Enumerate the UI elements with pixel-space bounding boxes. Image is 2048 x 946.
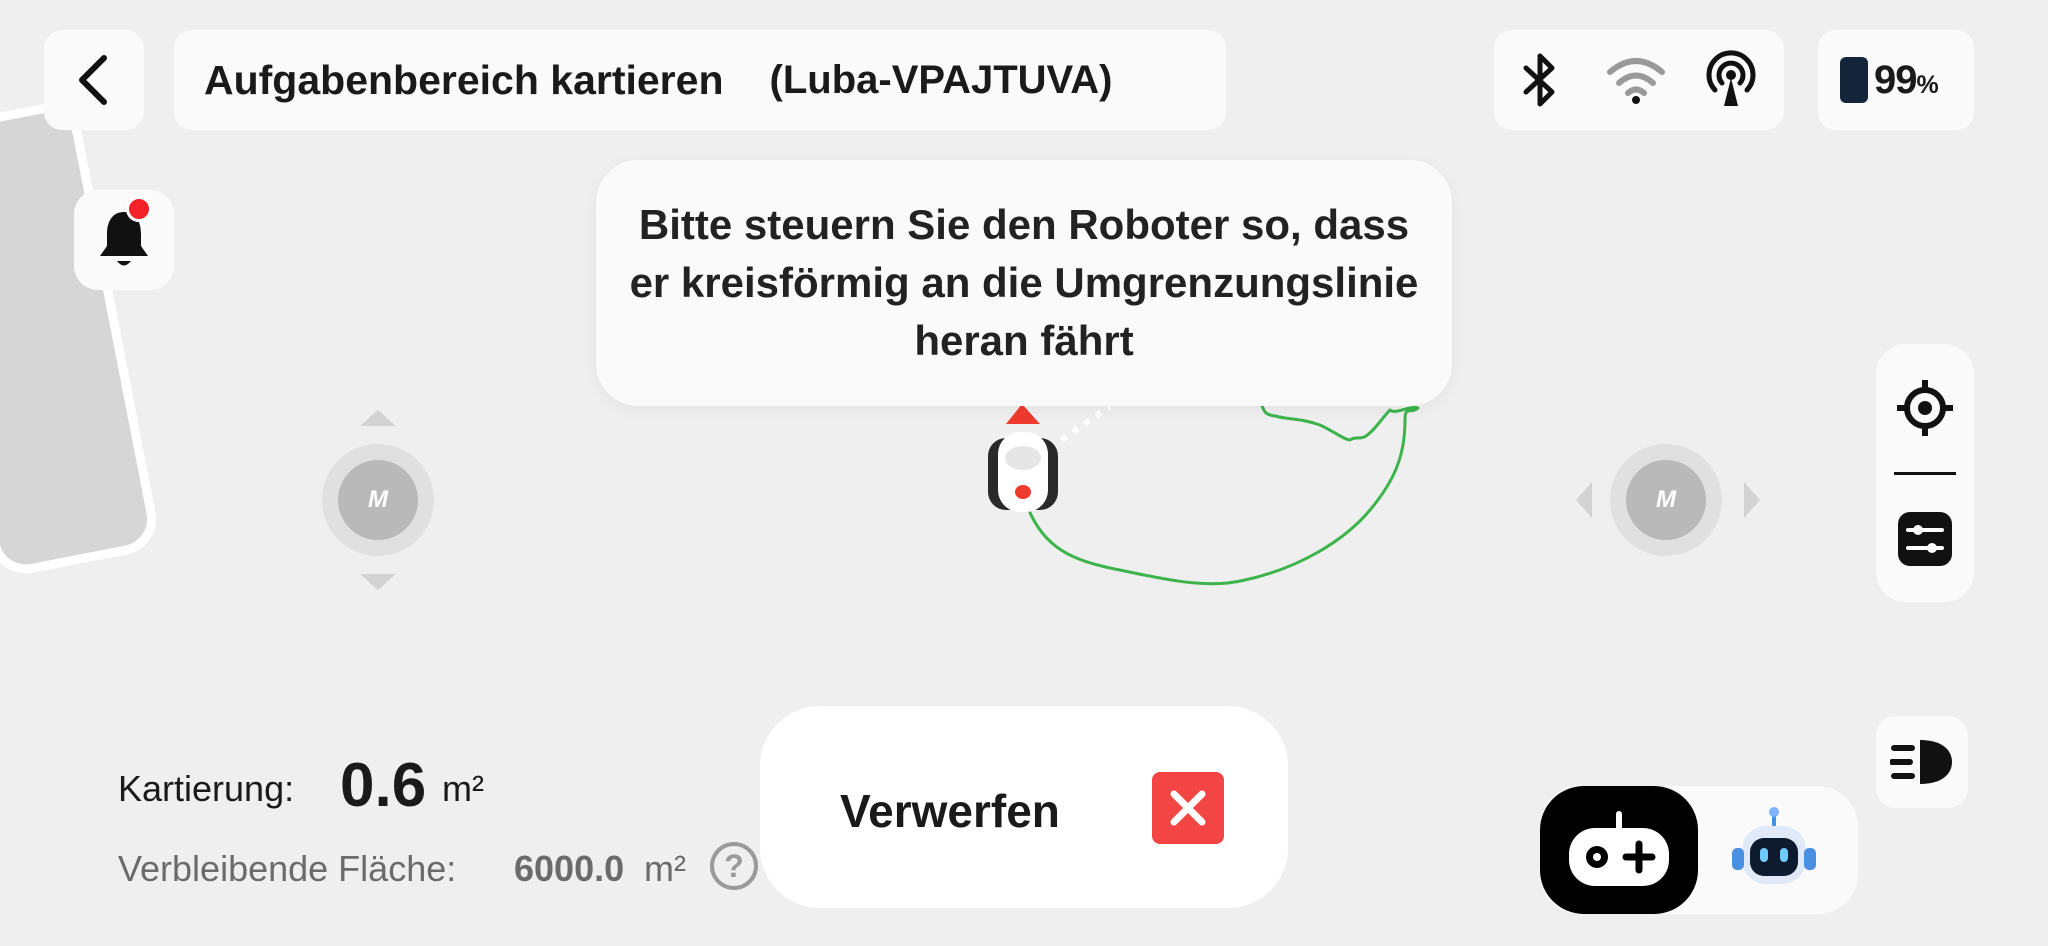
brand-logo-icon: M [1656, 486, 1676, 513]
settings-sliders-icon[interactable] [1896, 510, 1954, 568]
toolbar-divider [1894, 472, 1956, 475]
remaining-area-value: 6000.0 [514, 848, 625, 889]
manual-control-button[interactable] [1540, 786, 1698, 914]
arrow-up-icon [360, 410, 396, 426]
chevron-left-icon [79, 55, 107, 105]
discard-label: Verwerfen [840, 785, 1060, 837]
locate-crosshair-icon[interactable] [1895, 378, 1955, 438]
notification-button[interactable] [74, 190, 174, 290]
control-mode-switch [1540, 786, 1858, 914]
battery-level: 99% [1874, 57, 1939, 102]
assistant-button[interactable] [1726, 804, 1822, 900]
joystick-base[interactable]: M [1610, 444, 1722, 556]
mapping-value: 0.6 [340, 751, 427, 820]
mapping-label: Kartierung: [118, 768, 295, 809]
remaining-area-unit: m² [644, 848, 686, 889]
discard-button[interactable]: Verwerfen [760, 706, 1288, 908]
arrow-right-icon [1744, 482, 1760, 518]
close-icon [1152, 772, 1224, 844]
arrow-left-icon [1576, 482, 1592, 518]
robot-marker [988, 404, 1058, 512]
notification-badge [126, 196, 152, 222]
remaining-area-label: Verbleibende Fläche: [118, 848, 457, 889]
instruction-text: Bitte steuern Sie den Roboter so, dass e… [629, 201, 1419, 364]
headlight-button[interactable] [1876, 716, 1968, 808]
right-joystick[interactable]: M [1610, 444, 1722, 556]
page-title: Aufgabenbereich kartieren [204, 56, 724, 103]
headlight-icon [1890, 740, 1952, 784]
bluetooth-icon [1523, 53, 1555, 107]
cellular-antenna-icon [1706, 50, 1756, 106]
robot-assistant-icon [1732, 807, 1816, 884]
gamepad-icon [1569, 811, 1669, 886]
battery-icon [1840, 57, 1868, 103]
brand-logo-icon: M [368, 486, 388, 513]
dashed-heading-line [1048, 403, 1112, 451]
mapping-unit: m² [442, 768, 484, 809]
battery-status: 99% [1818, 30, 1974, 130]
instruction-tooltip: Bitte steuern Sie den Roboter so, dass e… [596, 160, 1452, 406]
device-name: (Luba-VPAJTUVA) [769, 57, 1113, 102]
connection-status [1494, 30, 1784, 130]
arrow-down-icon [360, 574, 396, 590]
joystick-base[interactable]: M [322, 444, 434, 556]
joystick-knob[interactable]: M [338, 460, 418, 540]
title-bar: Aufgabenbereich kartieren (Luba-VPAJTUVA… [174, 30, 1226, 130]
help-icon[interactable]: ? [710, 842, 758, 890]
joystick-knob[interactable]: M [1626, 460, 1706, 540]
back-button[interactable] [44, 30, 144, 130]
left-joystick[interactable]: M [322, 444, 434, 556]
map-toolbar [1876, 344, 1974, 602]
wifi-icon [1607, 58, 1665, 104]
